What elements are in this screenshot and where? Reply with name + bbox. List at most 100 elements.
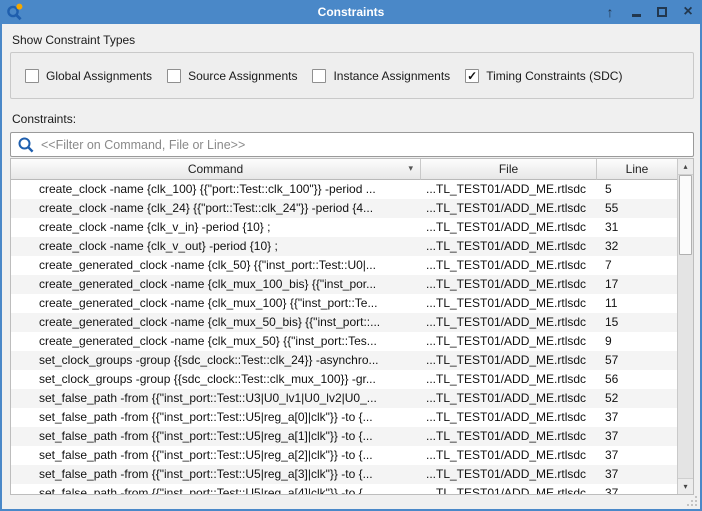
- cell-command: create_generated_clock -name {clk_mux_10…: [11, 294, 421, 313]
- table-row[interactable]: create_generated_clock -name {clk_mux_10…: [11, 275, 677, 294]
- show-constraint-types-label: Show Constraint Types: [12, 33, 135, 47]
- cell-line: 31: [597, 218, 677, 237]
- app-magnifier-icon: [6, 2, 26, 22]
- table-row[interactable]: set_false_path -from {{"inst_port::Test:…: [11, 427, 677, 446]
- table-row[interactable]: set_clock_groups -group {{sdc_clock::Tes…: [11, 351, 677, 370]
- checkbox-source-assignments[interactable]: Source Assignments: [167, 69, 297, 83]
- cell-file: ...TL_TEST01/ADD_ME.rtlsdc: [421, 465, 597, 484]
- table-row[interactable]: create_generated_clock -name {clk_mux_10…: [11, 294, 677, 313]
- cell-line: 32: [597, 237, 677, 256]
- column-header-command[interactable]: Command ▾: [11, 159, 421, 180]
- scroll-down-icon[interactable]: ▾: [678, 478, 693, 494]
- scrollbar-track[interactable]: [678, 175, 693, 478]
- cell-file: ...TL_TEST01/ADD_ME.rtlsdc: [421, 389, 597, 408]
- table-header: Command ▾ File Line: [11, 159, 677, 180]
- table-row[interactable]: set_false_path -from {{"inst_port::Test:…: [11, 446, 677, 465]
- table-row[interactable]: create_clock -name {clk_100} {{"port::Te…: [11, 180, 677, 199]
- cell-command: create_generated_clock -name {clk_mux_50…: [11, 332, 421, 351]
- cell-file: ...TL_TEST01/ADD_ME.rtlsdc: [421, 275, 597, 294]
- checkbox-box-icon: ✓: [465, 69, 479, 83]
- cell-command: set_false_path -from {{"inst_port::Test:…: [11, 465, 421, 484]
- table-row[interactable]: create_clock -name {clk_v_out} -period {…: [11, 237, 677, 256]
- scroll-up-icon[interactable]: ▴: [678, 159, 693, 175]
- cell-line: 52: [597, 389, 677, 408]
- window-controls: ↑ ×: [602, 4, 696, 20]
- titlebar[interactable]: Constraints ↑ ×: [0, 0, 702, 24]
- filter-bar: [10, 132, 694, 157]
- cell-file: ...TL_TEST01/ADD_ME.rtlsdc: [421, 427, 597, 446]
- table-row[interactable]: create_generated_clock -name {clk_50} {{…: [11, 256, 677, 275]
- checkbox-timing-constraints-sdc[interactable]: ✓ Timing Constraints (SDC): [465, 69, 622, 83]
- table-row[interactable]: create_clock -name {clk_24} {{"port::Tes…: [11, 199, 677, 218]
- vertical-scrollbar[interactable]: ▴ ▾: [677, 159, 693, 494]
- cell-line: 57: [597, 351, 677, 370]
- constraints-table-body: create_clock -name {clk_100} {{"port::Te…: [11, 180, 677, 494]
- cell-file: ...TL_TEST01/ADD_ME.rtlsdc: [421, 484, 597, 494]
- cell-command: create_clock -name {clk_100} {{"port::Te…: [11, 180, 421, 199]
- scrollbar-thumb[interactable]: [679, 175, 692, 255]
- table-row[interactable]: set_false_path -from {{"inst_port::Test:…: [11, 465, 677, 484]
- checkbox-global-assignments[interactable]: Global Assignments: [25, 69, 152, 83]
- constraints-dialog: Constraints ↑ × Show Constraint Types Gl…: [0, 0, 702, 511]
- minimize-button[interactable]: [628, 4, 644, 20]
- checkbox-label: Global Assignments: [46, 69, 152, 83]
- cell-line: 37: [597, 446, 677, 465]
- cell-line: 15: [597, 313, 677, 332]
- cell-command: create_clock -name {clk_v_in} -period {1…: [11, 218, 421, 237]
- cell-file: ...TL_TEST01/ADD_ME.rtlsdc: [421, 180, 597, 199]
- checkbox-label: Timing Constraints (SDC): [486, 69, 622, 83]
- table-row[interactable]: create_generated_clock -name {clk_mux_50…: [11, 313, 677, 332]
- table-row[interactable]: create_generated_clock -name {clk_mux_50…: [11, 332, 677, 351]
- checkbox-box-icon: [312, 69, 326, 83]
- cell-file: ...TL_TEST01/ADD_ME.rtlsdc: [421, 218, 597, 237]
- cell-line: 37: [597, 408, 677, 427]
- cell-file: ...TL_TEST01/ADD_ME.rtlsdc: [421, 351, 597, 370]
- cell-command: create_clock -name {clk_24} {{"port::Tes…: [11, 199, 421, 218]
- cell-file: ...TL_TEST01/ADD_ME.rtlsdc: [421, 256, 597, 275]
- checkbox-label: Instance Assignments: [333, 69, 450, 83]
- cell-command: create_generated_clock -name {clk_mux_10…: [11, 275, 421, 294]
- cell-command: set_clock_groups -group {{sdc_clock::Tes…: [11, 351, 421, 370]
- maximize-button[interactable]: [654, 4, 670, 20]
- cell-file: ...TL_TEST01/ADD_ME.rtlsdc: [421, 370, 597, 389]
- table-row[interactable]: set_clock_groups -group {{sdc_clock::Tes…: [11, 370, 677, 389]
- table-row[interactable]: set_false_path -from {{"inst_port::Test:…: [11, 389, 677, 408]
- resize-grip[interactable]: [687, 496, 697, 506]
- cell-line: 5: [597, 180, 677, 199]
- cell-line: 17: [597, 275, 677, 294]
- checkbox-label: Source Assignments: [188, 69, 297, 83]
- cell-command: set_false_path -from {{"inst_port::Test:…: [11, 446, 421, 465]
- minimize-icon: [632, 14, 641, 17]
- cell-command: create_generated_clock -name {clk_50} {{…: [11, 256, 421, 275]
- cell-line: 11: [597, 294, 677, 313]
- table-row[interactable]: set_false_path -from {{"inst_port::Test:…: [11, 484, 677, 494]
- cell-command: set_false_path -from {{"inst_port::Test:…: [11, 389, 421, 408]
- cell-line: 55: [597, 199, 677, 218]
- checkbox-instance-assignments[interactable]: Instance Assignments: [312, 69, 450, 83]
- constraints-table-main: Command ▾ File Line create_clock -name {…: [11, 159, 677, 494]
- cell-file: ...TL_TEST01/ADD_ME.rtlsdc: [421, 332, 597, 351]
- constraints-table: Command ▾ File Line create_clock -name {…: [10, 158, 694, 495]
- constraint-types-groupbox: Global Assignments Source Assignments In…: [10, 52, 694, 99]
- cell-file: ...TL_TEST01/ADD_ME.rtlsdc: [421, 294, 597, 313]
- sort-descending-icon: ▾: [408, 164, 413, 173]
- close-button[interactable]: ×: [680, 4, 696, 20]
- column-header-line[interactable]: Line: [597, 159, 677, 180]
- cell-file: ...TL_TEST01/ADD_ME.rtlsdc: [421, 313, 597, 332]
- cell-command: set_false_path -from {{"inst_port::Test:…: [11, 408, 421, 427]
- shade-button[interactable]: ↑: [602, 4, 618, 20]
- cell-line: 37: [597, 484, 677, 494]
- column-header-file[interactable]: File: [421, 159, 597, 180]
- maximize-icon: [657, 7, 667, 17]
- cell-line: 7: [597, 256, 677, 275]
- cell-line: 56: [597, 370, 677, 389]
- cell-line: 37: [597, 427, 677, 446]
- table-row[interactable]: set_false_path -from {{"inst_port::Test:…: [11, 408, 677, 427]
- cell-command: create_generated_clock -name {clk_mux_50…: [11, 313, 421, 332]
- cell-command: create_clock -name {clk_v_out} -period {…: [11, 237, 421, 256]
- table-row[interactable]: create_clock -name {clk_v_in} -period {1…: [11, 218, 677, 237]
- cell-file: ...TL_TEST01/ADD_ME.rtlsdc: [421, 237, 597, 256]
- cell-command: set_false_path -from {{"inst_port::Test:…: [11, 427, 421, 446]
- window-title: Constraints: [0, 5, 702, 19]
- filter-input[interactable]: [39, 137, 689, 153]
